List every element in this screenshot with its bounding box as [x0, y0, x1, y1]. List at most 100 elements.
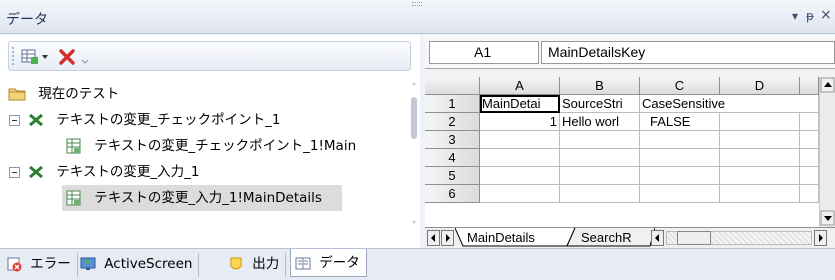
row-header[interactable]: 2	[425, 113, 480, 131]
cell-b1[interactable]: SourceStri	[560, 95, 640, 113]
grid-dropdown-icon	[21, 49, 48, 64]
cell-b3[interactable]	[560, 131, 640, 149]
tab-scroll-left-button[interactable]	[651, 230, 664, 246]
tab-data[interactable]: データ	[290, 249, 367, 277]
collapse-toggle[interactable]	[9, 115, 20, 126]
row-header[interactable]: 5	[425, 167, 480, 185]
cell-a2[interactable]: 1	[480, 113, 560, 131]
sheet-tab-searchr[interactable]: SearchR	[581, 229, 632, 247]
tab-errors[interactable]: エラー	[2, 253, 78, 277]
cell-reference-box[interactable]: A1	[429, 41, 539, 64]
tree-item-label: テキストの変更_チェックポイント_1!Main	[94, 138, 357, 154]
row-header[interactable]: 6	[425, 185, 480, 203]
delete-button[interactable]	[57, 47, 77, 67]
tree-toolbar	[8, 41, 411, 71]
datasheet-icon	[66, 190, 81, 206]
cell-d4[interactable]	[720, 149, 800, 167]
formula-input[interactable]: MainDetailsKey	[541, 41, 835, 64]
bottom-tab-strip: エラー ActiveScreen 出力 データ	[0, 248, 835, 280]
toolbar-overflow-button[interactable]	[79, 47, 91, 67]
cell-e5[interactable]	[800, 167, 819, 185]
tree-item-label: テキストの変更_入力_1	[56, 164, 200, 180]
right-arrow-icon	[446, 234, 450, 242]
sheet-hscroll-thumb[interactable]	[677, 231, 711, 245]
tree-item-checkpoint-main-sheet[interactable]: テキストの変更_チェックポイント_1!Main	[66, 133, 356, 159]
overflow-chevron-icon	[81, 59, 89, 64]
tab-output[interactable]: 出力	[224, 253, 287, 277]
datasheet-icon	[66, 138, 81, 154]
cell-a4[interactable]	[480, 149, 560, 167]
tree-item-current-test[interactable]: 現在のテスト	[8, 81, 119, 107]
row-header[interactable]: 3	[425, 131, 480, 149]
cell-b4[interactable]	[560, 149, 640, 167]
cell-c6[interactable]	[640, 185, 720, 203]
cell-c1[interactable]: CaseSensitive	[640, 95, 800, 113]
scroll-thumb[interactable]	[411, 97, 417, 139]
pin-icon[interactable]: ᵽ	[806, 9, 814, 23]
cell-b2[interactable]: Hello worl	[560, 113, 640, 131]
row-header[interactable]: 4	[425, 149, 480, 167]
tab-active-screen[interactable]: ActiveScreen	[76, 253, 200, 277]
tree-item-input[interactable]: テキストの変更_入力_1	[28, 159, 199, 185]
tree-item-label: テキストの変更_入力_1!MainDetails	[94, 190, 322, 206]
action-x-icon	[29, 113, 43, 127]
collapse-toggle[interactable]	[9, 167, 20, 178]
table-dropdown-button[interactable]	[21, 47, 55, 67]
scroll-arrows-icon	[820, 77, 835, 226]
cell-e3[interactable]	[800, 131, 819, 149]
sheet-tab-maindetails[interactable]: MainDetails	[467, 229, 535, 247]
column-header-b[interactable]: B	[560, 77, 640, 95]
left-arrow-icon	[431, 234, 435, 242]
cell-a5[interactable]	[480, 167, 560, 185]
sheet-vertical-scrollbar[interactable]	[819, 77, 835, 227]
tab-scroll-right-button[interactable]	[814, 230, 827, 246]
cell-a3[interactable]	[480, 131, 560, 149]
tab-label: エラー	[30, 256, 71, 272]
column-header-d[interactable]: D	[720, 77, 800, 95]
corner-cell[interactable]	[425, 77, 480, 95]
right-arrow-icon	[819, 234, 823, 242]
tab-label: 出力	[252, 256, 280, 272]
column-header-c[interactable]: C	[640, 77, 720, 95]
cell-c2[interactable]: FALSE	[640, 113, 720, 131]
active-screen-icon	[80, 257, 96, 270]
dropdown-arrow-icon[interactable]: ▾	[792, 9, 798, 23]
cell-c3[interactable]	[640, 131, 720, 149]
cell-c5[interactable]	[640, 167, 720, 185]
cell-e6[interactable]	[800, 185, 819, 203]
toolbar-grip-icon[interactable]	[12, 47, 15, 65]
sheet-next-button[interactable]	[441, 230, 454, 246]
tree-item-label: 現在のテスト	[38, 86, 120, 102]
sheet-prev-button[interactable]	[427, 230, 440, 246]
tab-label: データ	[319, 255, 360, 271]
panel-title: データ	[6, 12, 48, 28]
column-header-e[interactable]	[800, 77, 819, 95]
tree-item-checkpoint[interactable]: テキストの変更_チェックポイント_1	[28, 107, 280, 133]
cell-a6[interactable]	[480, 185, 560, 203]
cell-b6[interactable]	[560, 185, 640, 203]
cell-d5[interactable]	[720, 167, 800, 185]
close-icon[interactable]: ×	[820, 7, 832, 23]
tree-item-input-maindetails-sheet[interactable]: テキストの変更_入力_1!MainDetails	[62, 185, 342, 211]
cell-e2[interactable]	[800, 113, 819, 131]
tree-vertical-scrollbar[interactable]	[409, 79, 419, 229]
column-header-a[interactable]: A	[480, 77, 560, 95]
tab-label: ActiveScreen	[104, 256, 193, 272]
cell-e4[interactable]	[800, 149, 819, 167]
left-arrow-icon	[655, 234, 659, 242]
drag-grip-icon[interactable]	[412, 2, 422, 6]
cell-d6[interactable]	[720, 185, 800, 203]
cell-d3[interactable]	[720, 131, 800, 149]
cell-d2[interactable]	[720, 113, 800, 131]
delete-icon	[59, 49, 75, 65]
action-x-icon	[29, 165, 43, 179]
panel-titlebar: データ ▾ ᵽ ×	[0, 0, 835, 34]
sheet-tab-bar: MainDetails SearchR	[425, 227, 835, 248]
row-header[interactable]: 1	[425, 95, 480, 113]
cell-e1[interactable]	[800, 95, 819, 113]
cell-b5[interactable]	[560, 167, 640, 185]
cell-a1[interactable]: MainDetai	[480, 95, 560, 113]
spreadsheet-grid: A B C D 1 MainDetai SourceStri CaseSensi…	[425, 77, 835, 227]
cell-c4[interactable]	[640, 149, 720, 167]
data-sheet-pane: A1 MainDetailsKey A B C D 1 MainDetai So…	[425, 35, 835, 248]
